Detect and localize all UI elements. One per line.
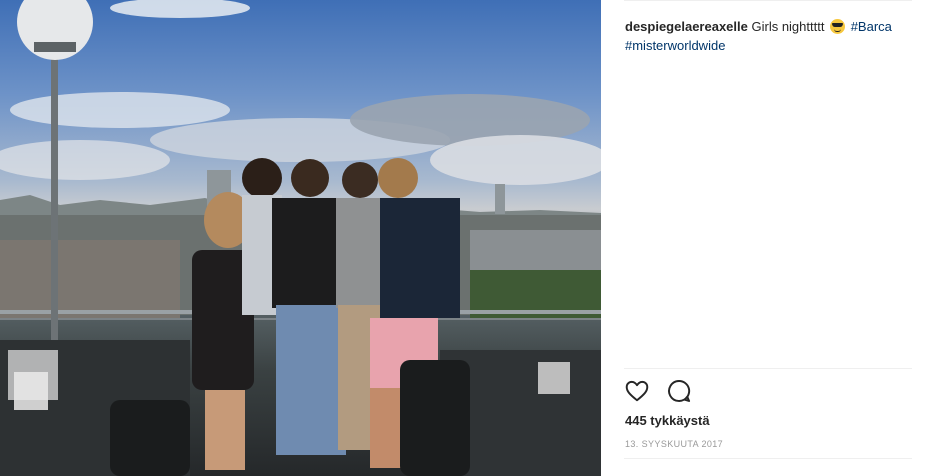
- username-link[interactable]: despiegelaereaxelle: [625, 19, 748, 34]
- action-bar: [624, 378, 692, 406]
- comment-bubble-icon[interactable]: [666, 378, 692, 404]
- hashtag-link-barca[interactable]: #Barca: [851, 19, 892, 34]
- actions-divider: [624, 368, 912, 369]
- top-divider: [624, 0, 912, 1]
- caption-text: Girls nighttttt: [751, 19, 825, 34]
- bottom-divider: [624, 458, 912, 459]
- likes-count[interactable]: 445 tykkäystä: [625, 413, 710, 428]
- post-caption: despiegelaereaxelle Girls nighttttt #Bar…: [625, 17, 917, 55]
- post-panel: despiegelaereaxelle Girls nighttttt #Bar…: [601, 0, 925, 476]
- sunglasses-emoji-icon: [830, 19, 846, 34]
- like-heart-icon[interactable]: [624, 378, 650, 404]
- hashtag-link-misterworldwide[interactable]: #misterworldwide: [625, 38, 725, 53]
- post-date[interactable]: 13. SYYSKUUTA 2017: [625, 439, 723, 449]
- post-photo[interactable]: [0, 0, 601, 476]
- photo-scene: [0, 0, 601, 476]
